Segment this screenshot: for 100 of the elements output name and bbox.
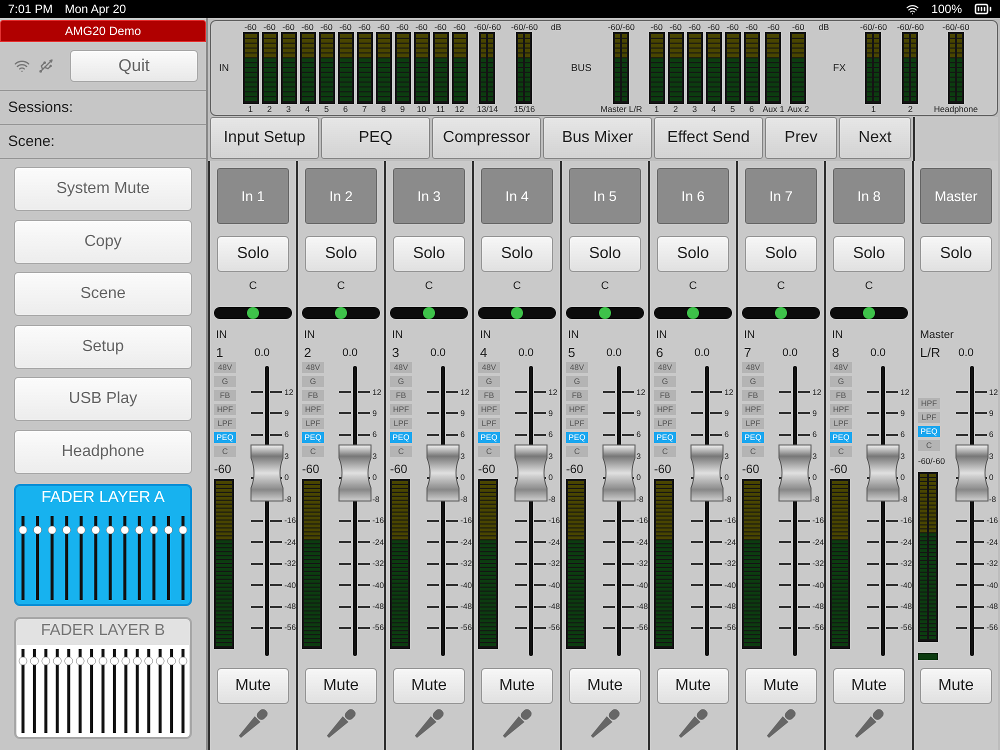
meter-peak-label: -60 — [767, 22, 780, 32]
level-meter — [262, 32, 278, 104]
pan-value: C — [337, 280, 345, 294]
scale-label: 0 — [548, 473, 553, 482]
pan-slider[interactable] — [742, 307, 820, 319]
nav-button[interactable]: Prev — [765, 117, 837, 159]
channel-number: 5 — [568, 345, 576, 360]
pan-slider[interactable] — [654, 307, 732, 319]
meter-peak-label: -60 — [688, 22, 701, 32]
solo-button[interactable]: Solo — [920, 236, 992, 272]
solo-button[interactable]: Solo — [217, 236, 289, 272]
status-flag: G — [566, 376, 588, 387]
scale-label: 3 — [460, 452, 465, 461]
scale-label: -48 — [284, 602, 296, 612]
scale-label: -40 — [460, 580, 472, 590]
fader[interactable]: 12 9 6 3 0 -8 -16 -24 -32 -40 -48 -56 — [855, 366, 912, 656]
scale-label: -40 — [548, 580, 560, 590]
pan-knob[interactable] — [599, 307, 611, 319]
mute-button[interactable]: Mute — [305, 668, 377, 704]
mute-button[interactable]: Mute — [217, 668, 289, 704]
scale-label: 3 — [900, 452, 905, 461]
nav-button[interactable]: Input Setup — [210, 117, 319, 159]
fader[interactable]: 12 9 6 3 0 -8 -16 -24 -32 -40 -48 -56 — [239, 366, 296, 656]
nav-button[interactable]: PEQ — [321, 117, 430, 159]
level-meter — [338, 32, 354, 104]
scale-label: 0 — [636, 473, 641, 482]
pan-knob[interactable] — [775, 307, 787, 319]
fader-knob[interactable] — [249, 444, 286, 502]
solo-button[interactable]: Solo — [833, 236, 905, 272]
sidebar-button[interactable]: Scene — [14, 272, 192, 316]
pan-knob[interactable] — [687, 307, 699, 319]
scale-label: -8 — [989, 494, 996, 504]
scale-label: 3 — [284, 452, 289, 461]
pan-slider[interactable] — [390, 307, 468, 319]
fader-knob[interactable] — [865, 444, 902, 502]
pan-knob[interactable] — [511, 307, 523, 319]
pan-knob[interactable] — [423, 307, 435, 319]
sidebar-button[interactable]: Copy — [14, 220, 192, 264]
pan-value: C — [425, 280, 433, 294]
fader-knob[interactable] — [601, 444, 638, 502]
fader[interactable]: 12 9 6 3 0 -8 -16 -24 -32 -40 -48 -56 — [327, 366, 384, 656]
nav-button[interactable]: Next — [839, 117, 911, 159]
fader[interactable]: 12 9 6 3 0 -8 -16 -24 -32 -40 -48 -56 — [503, 366, 560, 656]
solo-button[interactable]: Solo — [305, 236, 377, 272]
meter-peak-label: -60 — [669, 22, 682, 32]
pan-slider[interactable] — [302, 307, 380, 319]
fader[interactable]: 12 9 6 3 0 -8 -16 -24 -32 -40 -48 -56 — [944, 366, 998, 656]
fader[interactable]: 12 9 6 3 0 -8 -16 -24 -32 -40 -48 -56 — [679, 366, 736, 656]
fader-knob[interactable] — [513, 444, 550, 502]
pan-knob[interactable] — [335, 307, 347, 319]
mute-button[interactable]: Mute — [569, 668, 641, 704]
nav-button[interactable]: Effect Send — [654, 117, 763, 159]
mute-button[interactable]: Mute — [920, 668, 992, 704]
battery-percent: 100% — [931, 2, 962, 16]
sessions-label[interactable]: Sessions: — [0, 91, 206, 125]
fader-knob[interactable] — [777, 444, 814, 502]
meter-peak-label: -60 — [358, 22, 371, 32]
pan-slider[interactable] — [830, 307, 908, 319]
mute-button[interactable]: Mute — [833, 668, 905, 704]
mute-button[interactable]: Mute — [745, 668, 817, 704]
nav-button[interactable]: Compressor — [432, 117, 541, 159]
sidebar-button[interactable]: Setup — [14, 324, 192, 368]
pan-slider[interactable] — [214, 307, 292, 319]
fader-knob[interactable] — [689, 444, 726, 502]
meter-label: -60 — [566, 462, 584, 475]
pan-slider[interactable] — [566, 307, 644, 319]
scale-label: -48 — [986, 602, 998, 612]
solo-button[interactable]: Solo — [481, 236, 553, 272]
scene-label[interactable]: Scene: — [0, 125, 206, 159]
mute-button[interactable]: Mute — [481, 668, 553, 704]
mute-button[interactable]: Mute — [393, 668, 465, 704]
fader[interactable]: 12 9 6 3 0 -8 -16 -24 -32 -40 -48 -56 — [767, 366, 824, 656]
solo-button[interactable]: Solo — [569, 236, 641, 272]
pan-knob[interactable] — [863, 307, 875, 319]
solo-button[interactable]: Solo — [393, 236, 465, 272]
solo-button[interactable]: Solo — [745, 236, 817, 272]
status-flag: HPF — [302, 404, 324, 415]
fader[interactable]: 12 9 6 3 0 -8 -16 -24 -32 -40 -48 -56 — [591, 366, 648, 656]
status-flag: 48V — [830, 362, 852, 373]
fader-knob[interactable] — [954, 444, 990, 502]
sidebar-button[interactable]: Headphone — [14, 430, 192, 474]
sidebar-button[interactable]: System Mute — [14, 167, 192, 211]
nav-button[interactable]: Bus Mixer — [543, 117, 652, 159]
quit-button[interactable]: Quit — [70, 50, 198, 82]
pan-slider[interactable] — [478, 307, 556, 319]
level-meter — [414, 32, 430, 104]
fader[interactable]: 12 9 6 3 0 -8 -16 -24 -32 -40 -48 -56 — [415, 366, 472, 656]
status-flag: G — [654, 376, 676, 387]
level-meter — [394, 32, 410, 104]
sidebar-button[interactable]: USB Play — [14, 377, 192, 421]
mute-button[interactable]: Mute — [657, 668, 729, 704]
pan-knob[interactable] — [247, 307, 259, 319]
fader-knob[interactable] — [337, 444, 374, 502]
channel-number: 6 — [656, 345, 664, 360]
scale-label: -24 — [636, 538, 648, 547]
solo-button[interactable]: Solo — [657, 236, 729, 272]
fader-knob[interactable] — [425, 444, 462, 502]
scale-label: -16 — [372, 516, 384, 526]
meter-label: -60 — [478, 462, 496, 475]
status-flag: 48V — [654, 362, 676, 373]
